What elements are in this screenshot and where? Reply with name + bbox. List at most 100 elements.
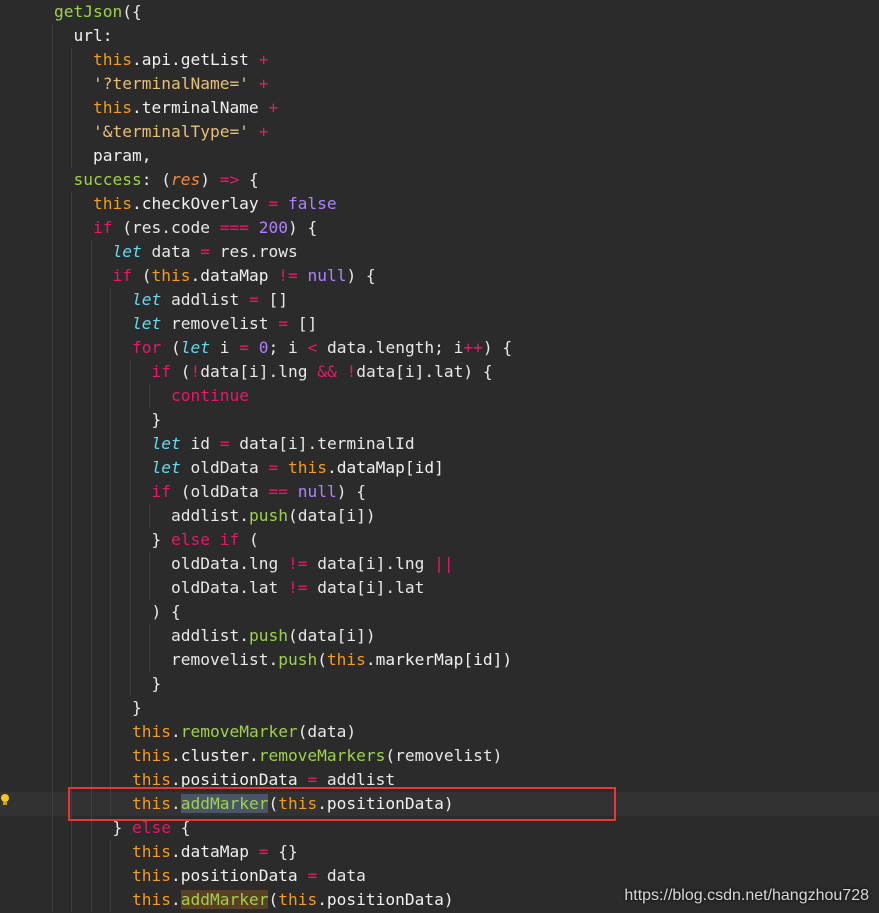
code-line[interactable]: ) { <box>0 600 879 624</box>
indent-guide <box>110 552 111 576</box>
indent-guide <box>90 528 92 552</box>
indent-guide <box>71 456 72 480</box>
code-line[interactable]: } <box>0 672 879 696</box>
code-token: } <box>151 410 162 429</box>
indent-guide <box>71 576 72 600</box>
code-line[interactable]: this.removeMarker(data) <box>0 720 879 744</box>
indent-guide <box>51 840 53 864</box>
indent-guide <box>110 504 111 528</box>
indent-guide <box>71 312 72 336</box>
code-line[interactable]: this.terminalName + <box>0 96 879 120</box>
indent-guide <box>90 744 92 768</box>
code-line[interactable]: if (this.dataMap != null) { <box>0 264 879 288</box>
code-line[interactable]: this.checkOverlay = false <box>0 192 879 216</box>
code-line-text: } <box>152 408 162 432</box>
code-line[interactable]: this.cluster.removeMarkers(removelist) <box>0 744 879 768</box>
indent-guide <box>129 432 131 456</box>
code-token: removelist <box>161 314 279 333</box>
indent-guide <box>51 408 53 432</box>
code-line[interactable]: if (res.code === 200) { <box>0 216 879 240</box>
code-token: removeMarker <box>180 722 298 741</box>
code-line-text: let addlist = [] <box>132 288 288 312</box>
code-line[interactable]: } <box>0 696 879 720</box>
code-line[interactable]: if (oldData == null) { <box>0 480 879 504</box>
code-line[interactable]: oldData.lat != data[i].lat <box>0 576 879 600</box>
lightbulb-icon[interactable] <box>0 793 10 807</box>
code-token: != <box>287 554 308 573</box>
code-line[interactable]: let removelist = [] <box>0 312 879 336</box>
code-line[interactable]: removelist.push(this.markerMap[id]) <box>0 648 879 672</box>
code-line[interactable]: addlist.push(data[i]) <box>0 504 879 528</box>
code-area[interactable]: getJson({url: this.api.getList + '?termina… <box>0 0 879 912</box>
code-token: this <box>132 842 171 861</box>
code-line[interactable]: this.dataMap = {} <box>0 840 879 864</box>
code-token: ) { <box>336 482 366 501</box>
code-token: ; i <box>268 338 308 357</box>
indent-guide <box>51 552 53 576</box>
indent-guide <box>90 360 92 384</box>
code-token: .positionData <box>170 866 308 885</box>
code-line[interactable]: let oldData = this.dataMap[id] <box>0 456 879 480</box>
code-line[interactable]: let id = data[i].terminalId <box>0 432 879 456</box>
indent-guide <box>51 624 53 648</box>
indent-guide <box>51 648 53 672</box>
code-line-text: } <box>132 696 142 720</box>
code-line[interactable]: success: (res) => { <box>0 168 879 192</box>
indent-guide <box>129 576 131 600</box>
code-line-text: ) { <box>152 600 181 624</box>
indent-guide <box>110 432 111 456</box>
code-line[interactable]: this.api.getList + <box>0 48 879 72</box>
indent-guide <box>90 432 92 456</box>
code-token: this <box>93 98 132 117</box>
code-token: continue <box>171 386 249 405</box>
code-line-text: this.terminalName + <box>93 96 278 120</box>
code-line-text: this.addMarker(this.positionData) <box>132 888 454 912</box>
indent-guide <box>51 792 53 816</box>
code-token: .checkOverlay <box>131 194 269 213</box>
code-line[interactable]: let data = res.rows <box>0 240 879 264</box>
code-editor[interactable]: getJson({url: this.api.getList + '?termina… <box>0 0 879 913</box>
code-token: .cluster. <box>170 746 259 765</box>
indent-guide <box>149 624 150 648</box>
code-token: = <box>268 194 279 213</box>
code-token: ( <box>171 362 191 381</box>
code-line[interactable]: } else if ( <box>0 528 879 552</box>
indent-guide <box>90 552 92 576</box>
code-line-text: if (!data[i].lng && !data[i].lat) { <box>152 360 493 384</box>
code-line[interactable]: this.positionData = data <box>0 864 879 888</box>
code-token: = <box>278 314 288 333</box>
code-token: getJson <box>54 2 123 21</box>
indent-guide <box>51 504 53 528</box>
indent-guide <box>51 888 53 912</box>
code-token: ++ <box>463 338 483 357</box>
code-line[interactable]: getJson({ <box>0 0 879 24</box>
code-line-text: for (let i = 0; i < data.length; i++) { <box>132 336 512 360</box>
code-line-text: this.checkOverlay = false <box>93 192 337 216</box>
indent-guide <box>71 48 72 72</box>
indent-guide <box>71 552 72 576</box>
code-line[interactable]: continue <box>0 384 879 408</box>
code-line[interactable]: let addlist = [] <box>0 288 879 312</box>
code-line-text: success: (res) => { <box>74 168 259 192</box>
code-line[interactable]: if (!data[i].lng && !data[i].lat) { <box>0 360 879 384</box>
indent-guide <box>71 888 72 912</box>
code-line[interactable]: oldData.lng != data[i].lng || <box>0 552 879 576</box>
code-line-text: url: <box>74 24 113 48</box>
code-line[interactable]: param, <box>0 144 879 168</box>
indent-guide <box>110 384 111 408</box>
indent-guide <box>110 312 111 336</box>
indent-guide <box>71 408 72 432</box>
code-line[interactable]: addlist.push(data[i]) <box>0 624 879 648</box>
code-line[interactable]: } <box>0 408 879 432</box>
code-token: data[i].lng <box>307 554 435 573</box>
code-line[interactable]: for (let i = 0; i < data.length; i++) { <box>0 336 879 360</box>
code-token: } <box>151 674 162 693</box>
code-line[interactable]: url: <box>0 24 879 48</box>
code-line[interactable]: '?terminalName=' + <box>0 72 879 96</box>
code-token: ) { <box>346 266 376 285</box>
indent-guide <box>51 288 53 312</box>
indent-guide <box>71 144 72 168</box>
indent-guide <box>129 624 131 648</box>
code-token: + <box>258 50 269 69</box>
code-line[interactable]: '&terminalType=' + <box>0 120 879 144</box>
